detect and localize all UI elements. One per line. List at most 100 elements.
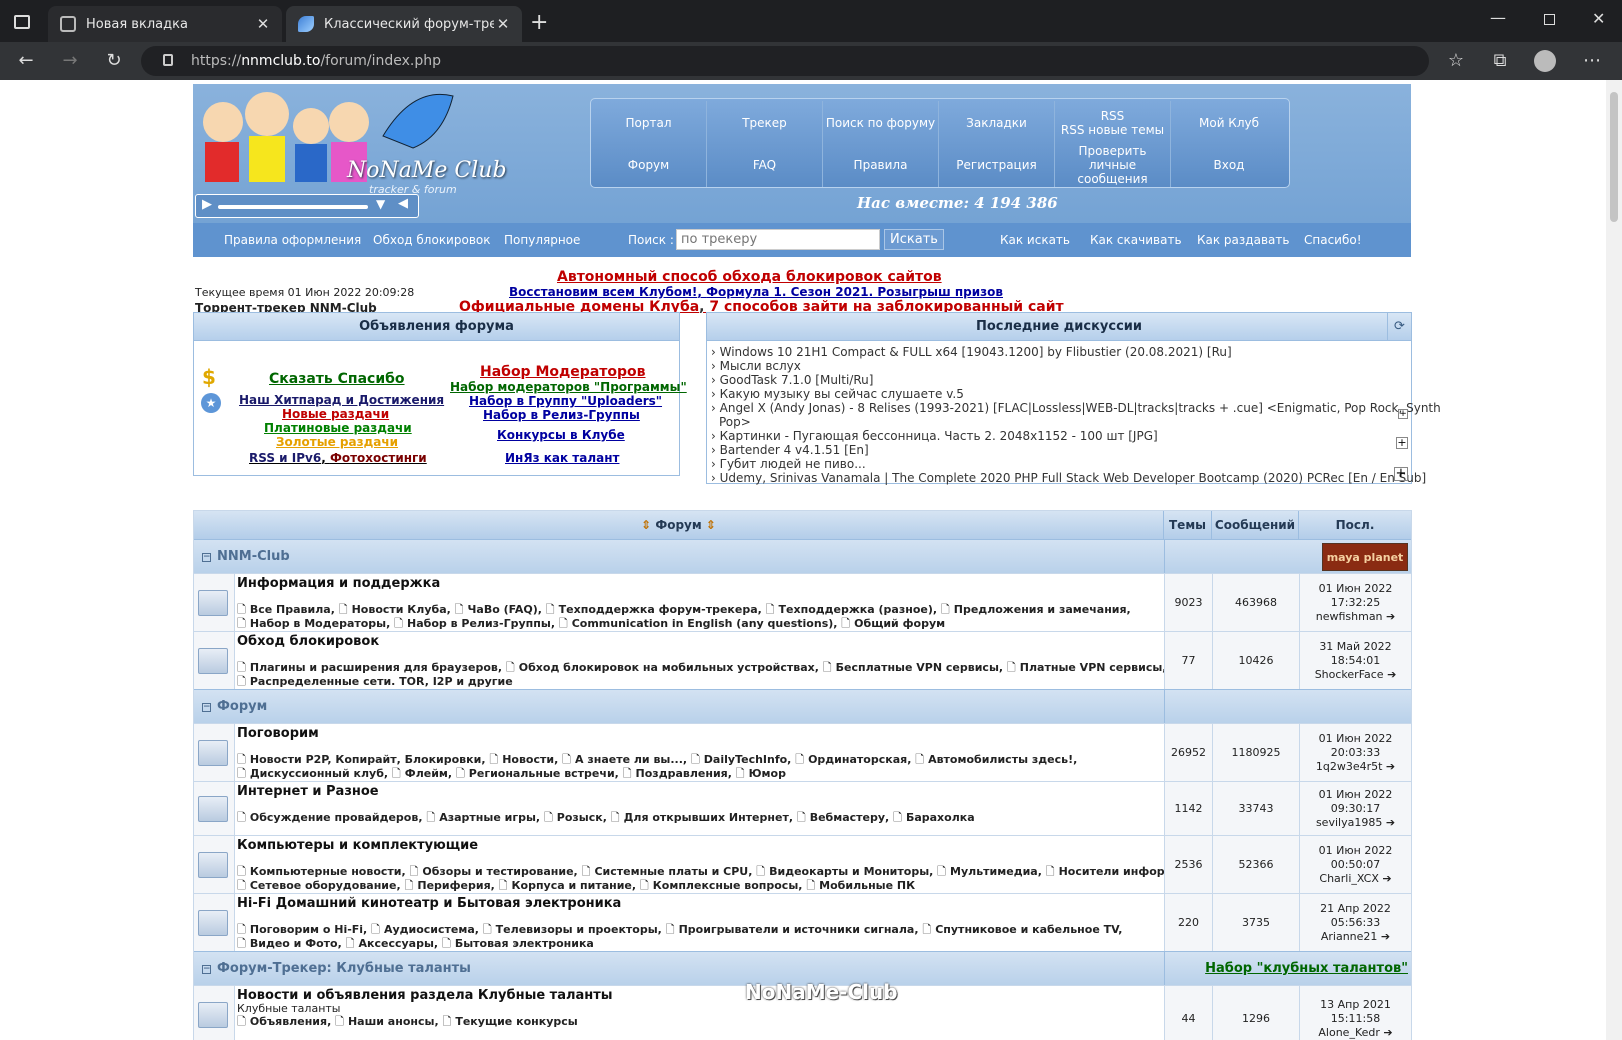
forum-row-hifi[interactable]: Hi-Fi Домашний кинотеатр и Бытовая элект…: [194, 893, 1411, 951]
subforum-link[interactable]: Поздравления,: [623, 767, 732, 780]
scrollbar-thumb[interactable]: [1610, 92, 1618, 222]
subforum-link[interactable]: Вебмастеру,: [797, 811, 889, 824]
goto-last-post-icon[interactable]: ➔: [1383, 1026, 1392, 1039]
subforum-link[interactable]: Проигрыватели и источники сигнала,: [666, 923, 919, 936]
nav-forum[interactable]: Форум: [591, 143, 707, 187]
promo-bypass-link[interactable]: Автономный способ обхода блокировок сайт…: [557, 269, 942, 285]
discussion-item[interactable]: › Udemy, Srinivas Vanamala | The Complet…: [711, 471, 1426, 485]
last-post-user[interactable]: newfishman: [1316, 610, 1383, 623]
subforum-link[interactable]: Мультимедиа,: [937, 865, 1042, 878]
collapse-icon[interactable]: −: [202, 703, 211, 712]
subforum-link[interactable]: Видео и Фото,: [237, 937, 342, 950]
forum-row-bypass[interactable]: Обход блокировок Плагины и расширения дл…: [194, 631, 1411, 689]
subforum-link[interactable]: Для открывших Интернет,: [611, 811, 793, 824]
player-dropdown-icon[interactable]: ▼: [376, 197, 385, 211]
subforum-link[interactable]: Компьютерные новости,: [237, 865, 406, 878]
subforum-link[interactable]: Розыск,: [544, 811, 607, 824]
forum-title[interactable]: Поговорим: [237, 726, 319, 741]
subforum-link[interactable]: Набор в Модераторы,: [237, 617, 390, 630]
link-mod-programs[interactable]: Набор модераторов "Программы": [450, 380, 687, 394]
play-icon[interactable]: ▶: [202, 197, 212, 212]
link-hitparade[interactable]: Наш Хитпарад и Достижения: [239, 393, 444, 407]
link-new-releases[interactable]: Новые раздачи: [282, 407, 389, 421]
link-rss-ipv6[interactable]: RSS и IPv6: [249, 451, 321, 465]
forum-title[interactable]: Hi-Fi Домашний кинотеатр и Бытовая элект…: [237, 896, 621, 911]
search-button[interactable]: Искать: [884, 229, 944, 250]
subforum-link[interactable]: Все Правила,: [237, 603, 335, 616]
nav-portal[interactable]: Портал: [591, 101, 707, 145]
minimize-window-icon[interactable]: —: [1490, 8, 1506, 27]
nav-register[interactable]: Регистрация: [939, 143, 1055, 187]
subforum-link[interactable]: Флейм,: [392, 767, 452, 780]
forward-icon[interactable]: →: [58, 49, 82, 73]
goto-last-post-icon[interactable]: ➔: [1382, 872, 1391, 885]
nav-forum-search[interactable]: Поиск по форуму: [823, 101, 939, 145]
subforum-link[interactable]: Региональные встречи,: [456, 767, 619, 780]
collections-icon[interactable]: ⧉: [1488, 49, 1512, 73]
subforum-link[interactable]: Бытовая электроника: [442, 937, 594, 950]
discussion-item[interactable]: › Angel X (Andy Jonas) - 8 Relises (1993…: [711, 401, 1441, 415]
discussion-item[interactable]: › Губит людей не пиво...: [711, 457, 866, 471]
subforum-link[interactable]: Автомобилисты здесь!,: [915, 753, 1077, 766]
more-menu-icon[interactable]: ⋯: [1580, 49, 1604, 73]
subforum-link[interactable]: Сетевое оборудование,: [237, 879, 401, 892]
collapse-icon[interactable]: −: [202, 965, 211, 974]
forum-row-talk[interactable]: Поговорим Новости P2P, Копирайт, Блокиро…: [194, 723, 1411, 781]
goto-last-post-icon[interactable]: ➔: [1386, 760, 1395, 773]
promo-f1[interactable]: Формула 1. Сезон 2021. Розыгрыш призов: [706, 285, 1003, 299]
discussion-item[interactable]: › Bartender 4 v4.1.51 [En]: [711, 443, 869, 457]
link-format-rules[interactable]: Правила оформления: [224, 233, 361, 247]
subforum-link[interactable]: Поговорим о Hi-Fi,: [237, 923, 367, 936]
subforum-link[interactable]: ЧаВо (FAQ),: [455, 603, 542, 616]
subforum-link[interactable]: Корпуса и питание,: [499, 879, 636, 892]
expand-plus-icon[interactable]: +: [1396, 437, 1408, 449]
lock-icon[interactable]: [163, 54, 173, 66]
subforum-link[interactable]: Communication in English (any questions)…: [559, 617, 838, 630]
goto-last-post-icon[interactable]: ➔: [1386, 816, 1395, 829]
subforum-link[interactable]: Спутниковое и кабельное TV,: [922, 923, 1122, 936]
link-inyaz[interactable]: ИнЯз как талант: [505, 451, 619, 465]
subforum-link[interactable]: Аудиосистема,: [371, 923, 479, 936]
subforum-link[interactable]: Аксессуары,: [346, 937, 438, 950]
link-photohosting[interactable]: Фотохостинги: [330, 451, 427, 465]
subforum-link[interactable]: Юмор: [736, 767, 786, 780]
subforum-link[interactable]: А знаете ли вы...,: [562, 753, 687, 766]
subforum-link[interactable]: Бесплатные VPN сервисы,: [823, 661, 1003, 674]
link-release-groups[interactable]: Набор в Релиз-Группы: [483, 408, 640, 422]
subforum-link[interactable]: Комплексные вопросы,: [640, 879, 803, 892]
nav-faq[interactable]: FAQ: [707, 143, 823, 187]
subforum-link[interactable]: Обход блокировок на мобильных устройства…: [506, 661, 819, 674]
link-how-download[interactable]: Как скачивать: [1090, 233, 1182, 247]
forum-row-info[interactable]: Информация и поддержка Все Правила, Ново…: [194, 573, 1411, 631]
close-window-icon[interactable]: ✕: [1592, 9, 1605, 28]
subforum-link[interactable]: Обсуждение провайдеров,: [237, 811, 423, 824]
nav-private-messages[interactable]: Проверить личные сообщения: [1055, 143, 1171, 187]
subforum-link[interactable]: Объявления,: [237, 1015, 331, 1028]
subforum-link[interactable]: Текущие конкурсы: [442, 1015, 577, 1028]
link-thanks[interactable]: Спасибо!: [1304, 233, 1362, 247]
discussion-item[interactable]: › GoodTask 7.1.0 [Multi/Ru]: [711, 373, 873, 387]
maximize-window-icon[interactable]: [1544, 14, 1555, 25]
subforum-link[interactable]: Предложения и замечания,: [941, 603, 1131, 616]
expand-plus-icon[interactable]: +: [1394, 467, 1408, 481]
link-gold[interactable]: Золотые раздачи: [276, 435, 398, 449]
profile-avatar-icon[interactable]: [1534, 50, 1556, 72]
nav-my-club[interactable]: Мой Клуб: [1171, 101, 1287, 145]
subforum-link[interactable]: Видеокарты и Мониторы,: [756, 865, 933, 878]
player-progress[interactable]: [218, 205, 368, 209]
close-tab-icon[interactable]: ✕: [494, 15, 512, 33]
forum-title[interactable]: Информация и поддержка: [237, 576, 440, 591]
goto-last-post-icon[interactable]: ➔: [1381, 930, 1390, 943]
link-contests[interactable]: Конкурсы в Клубе: [497, 428, 625, 442]
subforum-link[interactable]: Распределенные сети. TOR, I2P и другие: [237, 675, 513, 688]
subforum-link[interactable]: Общий форум: [841, 617, 945, 630]
category-forum[interactable]: − Форум: [194, 689, 1411, 724]
link-uploaders[interactable]: Набор в Группу "Uploaders": [469, 394, 662, 408]
expand-plus-icon[interactable]: +: [1398, 409, 1408, 419]
discussion-item[interactable]: › Какую музыку вы сейчас слушаете v.5: [711, 387, 964, 401]
goto-last-post-icon[interactable]: ➔: [1386, 610, 1395, 623]
nav-bookmarks[interactable]: Закладки: [939, 101, 1055, 145]
last-post-user[interactable]: ShockerFace: [1315, 668, 1384, 681]
last-post-user[interactable]: Charli_XCX: [1319, 872, 1378, 885]
subforum-link[interactable]: Набор в Релиз-Группы,: [394, 617, 555, 630]
